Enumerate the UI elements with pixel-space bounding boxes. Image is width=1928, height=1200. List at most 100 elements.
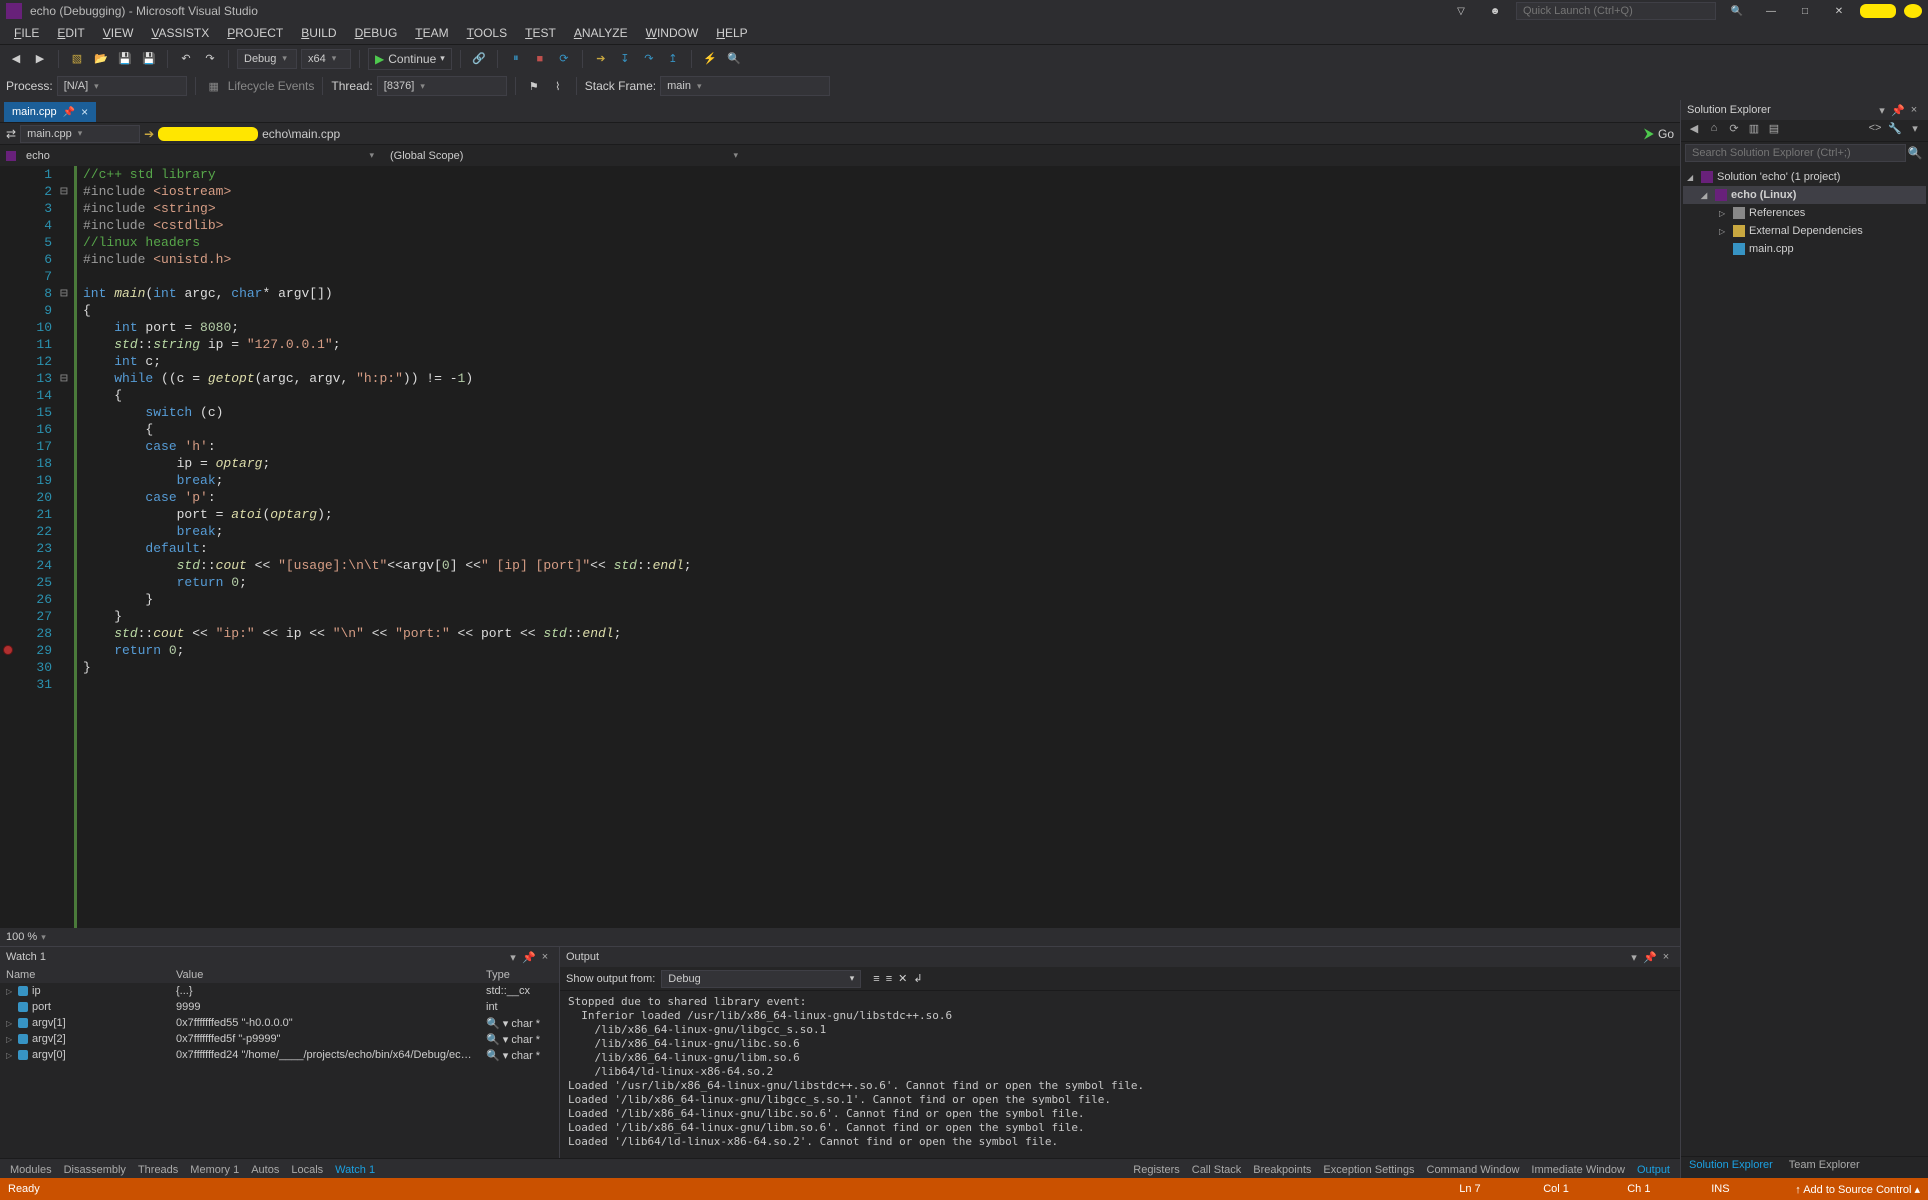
open-file-icon[interactable]: 📂 (91, 49, 111, 69)
tooltab-memory-1[interactable]: Memory 1 (184, 1163, 245, 1177)
tree-file-maincpp[interactable]: main.cpp (1683, 240, 1926, 258)
project-scope-dropdown[interactable]: echo (20, 147, 380, 165)
pin-icon[interactable]: 📌 (1642, 951, 1658, 964)
break-all-button[interactable]: ⏸ (506, 49, 526, 69)
pane-dropdown-icon[interactable]: ▾ (1874, 104, 1890, 117)
se-props-icon[interactable]: 🔧 (1886, 122, 1904, 140)
tree-project[interactable]: ◢ echo (Linux) (1683, 186, 1926, 204)
thread-combo[interactable]: [8376] (377, 76, 507, 96)
menu-file[interactable]: FILE (6, 24, 47, 42)
menu-edit[interactable]: EDIT (49, 24, 92, 42)
code-line[interactable]: int c; (83, 353, 1680, 370)
output-text[interactable]: Stopped due to shared library event: Inf… (560, 991, 1680, 1158)
menu-view[interactable]: VIEW (95, 24, 142, 42)
code-line[interactable] (83, 676, 1680, 693)
tooltab-breakpoints[interactable]: Breakpoints (1247, 1163, 1317, 1177)
solution-tree[interactable]: ◢ Solution 'echo' (1 project) ◢ echo (Li… (1681, 164, 1928, 1156)
se-showall-icon[interactable]: ▤ (1765, 122, 1783, 140)
tooltab-exception-settings[interactable]: Exception Settings (1317, 1163, 1420, 1177)
pane-dropdown-icon[interactable]: ▾ (1626, 951, 1642, 964)
tooltab-registers[interactable]: Registers (1127, 1163, 1185, 1177)
breakpoint-icon[interactable] (3, 645, 13, 655)
code-line[interactable]: switch (c) (83, 404, 1680, 421)
tree-solution[interactable]: ◢ Solution 'echo' (1 project) (1683, 168, 1926, 186)
code-line[interactable]: std::string ip = "127.0.0.1"; (83, 336, 1680, 353)
code-line[interactable]: int port = 8080; (83, 319, 1680, 336)
watch-row[interactable]: port9999int (0, 999, 559, 1015)
code-line[interactable]: //c++ std library (83, 166, 1680, 183)
code-line[interactable]: } (83, 608, 1680, 625)
va-find-icon[interactable]: 🔍 (724, 49, 744, 69)
se-collapse-icon[interactable]: ▥ (1745, 122, 1763, 140)
menu-project[interactable]: PROJECT (219, 24, 291, 42)
tooltab-modules[interactable]: Modules (4, 1163, 58, 1177)
tree-external-deps[interactable]: ▷ External Dependencies (1683, 222, 1926, 240)
close-tab-icon[interactable]: × (81, 105, 88, 119)
code-line[interactable]: //linux headers (83, 234, 1680, 251)
tooltab-locals[interactable]: Locals (285, 1163, 329, 1177)
menu-team[interactable]: TEAM (407, 24, 456, 42)
se-home-icon[interactable]: ⌂ (1705, 122, 1723, 140)
tooltab-output[interactable]: Output (1631, 1163, 1676, 1177)
tooltab-immediate-window[interactable]: Immediate Window (1525, 1163, 1631, 1177)
browser-link-icon[interactable]: 🔗 (469, 49, 489, 69)
zoom-dropdown[interactable]: 100 % (6, 931, 46, 943)
thread-flag-icon[interactable]: ⚑ (524, 76, 544, 96)
document-tab-maincpp[interactable]: main.cpp 📌 × (4, 102, 96, 122)
step-into-button[interactable]: ↧ (615, 49, 635, 69)
code-line[interactable]: int main(int argc, char* argv[]) (83, 285, 1680, 302)
menu-build[interactable]: BUILD (293, 24, 344, 42)
config-combo[interactable]: Debug (237, 49, 297, 69)
watch-col-name[interactable]: Name (0, 969, 170, 981)
file-dropdown[interactable]: main.cpp (20, 125, 140, 143)
minimize-button[interactable]: — (1758, 2, 1784, 20)
pin-icon[interactable]: 📌 (63, 107, 75, 118)
code-line[interactable]: } (83, 659, 1680, 676)
code-line[interactable]: std::cout << "[usage]:\n\t"<<argv[0] <<"… (83, 557, 1680, 574)
notifications-icon[interactable]: ▽ (1448, 2, 1474, 20)
process-combo[interactable]: [N/A] (57, 76, 187, 96)
menu-analyze[interactable]: ANALYZE (566, 24, 636, 42)
nav-fwd-button[interactable]: ▶ (30, 49, 50, 69)
menu-window[interactable]: WINDOW (638, 24, 707, 42)
code-line[interactable]: port = atoi(optarg); (83, 506, 1680, 523)
code-line[interactable]: } (83, 591, 1680, 608)
code-line[interactable]: #include <unistd.h> (83, 251, 1680, 268)
output-from-combo[interactable]: Debug (661, 970, 861, 988)
se-more-icon[interactable]: ▾ (1906, 122, 1924, 140)
member-scope-dropdown[interactable]: (Global Scope) (384, 147, 744, 165)
status-scc[interactable]: ↑ Add to Source Control ▴ (1795, 1183, 1920, 1196)
tooltab-call-stack[interactable]: Call Stack (1186, 1163, 1248, 1177)
tooltab-command-window[interactable]: Command Window (1421, 1163, 1526, 1177)
code-line[interactable]: { (83, 302, 1680, 319)
undo-icon[interactable]: ↶ (176, 49, 196, 69)
watch-col-value[interactable]: Value (170, 969, 480, 981)
redo-icon[interactable]: ↷ (200, 49, 220, 69)
se-sync-icon[interactable]: ⟳ (1725, 122, 1743, 140)
code-line[interactable]: default: (83, 540, 1680, 557)
watch-col-type[interactable]: Type (480, 969, 550, 981)
watch-row[interactable]: ▷argv[1]0x7fffffffed55 "-h0.0.0.0"🔍 ▾ ch… (0, 1015, 559, 1031)
menu-tools[interactable]: TOOLS (459, 24, 515, 42)
tooltab-threads[interactable]: Threads (132, 1163, 184, 1177)
thread-filter-icon[interactable]: ⌇ (548, 76, 568, 96)
tab-solution-explorer[interactable]: Solution Explorer (1681, 1157, 1781, 1178)
go-arrow-icon[interactable]: ⮞ (1644, 125, 1654, 142)
feedback-icon[interactable]: ☻ (1482, 2, 1508, 20)
code-line[interactable]: break; (83, 523, 1680, 540)
continue-button[interactable]: ▶ Continue ▾ (368, 48, 452, 70)
save-icon[interactable]: 💾 (115, 49, 135, 69)
pin-icon[interactable]: 📌 (1890, 104, 1906, 117)
code-line[interactable]: #include <string> (83, 200, 1680, 217)
tooltab-autos[interactable]: Autos (245, 1163, 285, 1177)
nav-icon[interactable]: ⇄ (6, 127, 16, 141)
step-over-button[interactable]: ↷ (639, 49, 659, 69)
go-label[interactable]: Go (1658, 127, 1674, 141)
code-line[interactable]: ip = optarg; (83, 455, 1680, 472)
save-all-icon[interactable]: 💾 (139, 49, 159, 69)
code-line[interactable]: return 0; (83, 642, 1680, 659)
platform-combo[interactable]: x64 (301, 49, 351, 69)
code-line[interactable]: #include <iostream> (83, 183, 1680, 200)
se-code-icon[interactable]: <> (1866, 122, 1884, 140)
close-icon[interactable]: × (537, 951, 553, 963)
